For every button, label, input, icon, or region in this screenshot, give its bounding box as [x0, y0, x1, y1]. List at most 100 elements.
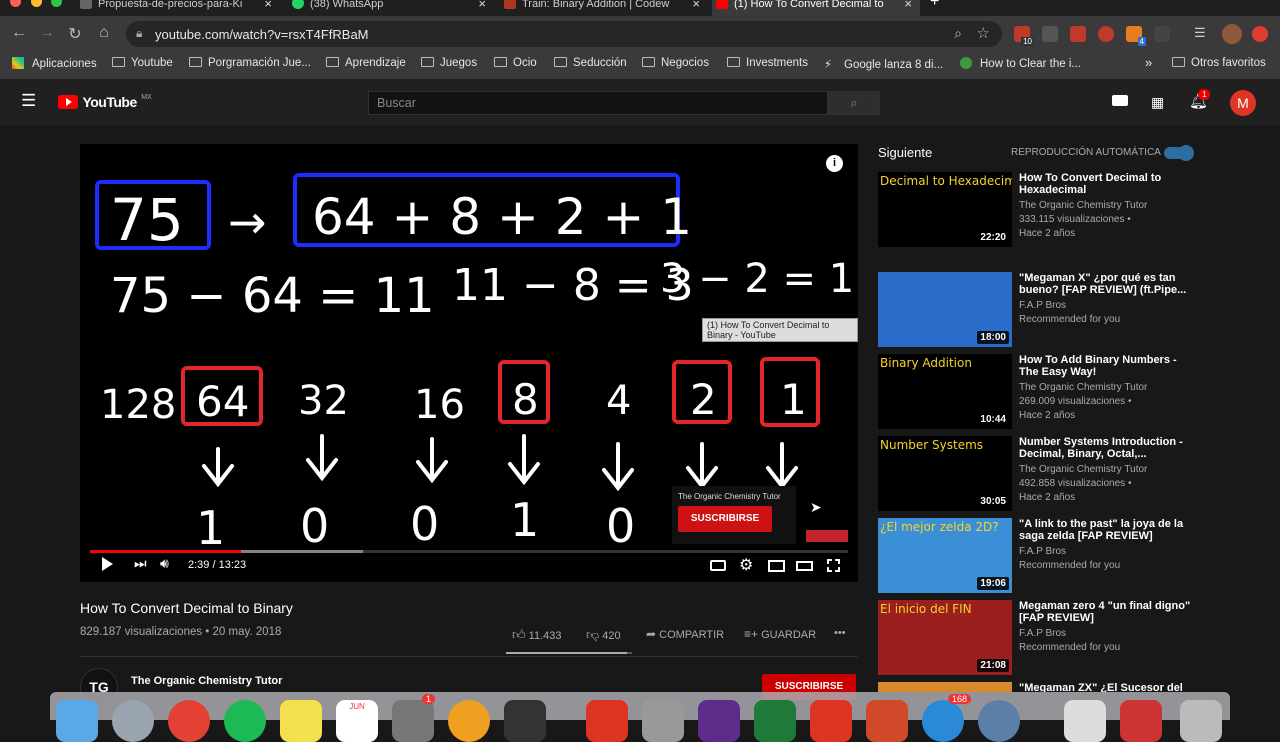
channel-name[interactable]: The Organic Chemistry Tutor	[131, 675, 282, 687]
app-icon[interactable]	[978, 700, 1020, 742]
next-video-icon[interactable]: ⏭︎	[134, 555, 147, 572]
maximize-window-button[interactable]	[51, 0, 62, 7]
channel-watermark[interactable]	[806, 530, 848, 542]
dislike-button[interactable]: 👎︎ 420	[586, 627, 621, 643]
recommended-title[interactable]: How To Convert Decimal to Hexadecimal	[1019, 172, 1199, 196]
close-window-button[interactable]	[10, 0, 21, 7]
theater-mode-icon[interactable]	[796, 561, 813, 571]
menu-button[interactable]	[1252, 26, 1268, 42]
bookmark-folder[interactable]: Seducción	[554, 57, 627, 69]
browser-tab-active[interactable]: (1) How To Convert Decimal to ×	[712, 0, 920, 16]
volume-icon[interactable]: 🔊︎	[160, 555, 169, 572]
extension-icon[interactable]	[1042, 26, 1058, 42]
more-bookmarks-button[interactable]: »	[1145, 55, 1152, 70]
apps-grid-icon[interactable]: ▦	[1151, 94, 1164, 111]
new-tab-button[interactable]: +	[930, 0, 950, 13]
other-bookmarks[interactable]: Otros favoritos	[1172, 57, 1266, 69]
acrobat-reader-icon[interactable]	[810, 700, 852, 742]
extension-icon[interactable]: 10	[1014, 26, 1034, 46]
document-icon[interactable]	[1064, 700, 1106, 742]
fullscreen-icon[interactable]	[827, 559, 840, 572]
bookmark-folder[interactable]: Ocio	[494, 57, 537, 69]
recommended-video[interactable]: Binary Addition 10:44 How To Add Binary Nu…	[878, 354, 1198, 430]
excel-icon[interactable]	[754, 700, 796, 742]
browser-tab[interactable]: Train: Binary Addition | Codew ×	[500, 0, 708, 16]
info-icon[interactable]: i	[826, 155, 843, 172]
launchpad-icon[interactable]	[112, 700, 154, 742]
spotify-icon[interactable]	[224, 700, 266, 742]
app-icon[interactable]	[504, 700, 546, 742]
photos-icon[interactable]	[448, 700, 490, 742]
reload-button[interactable]: ↻	[65, 24, 85, 44]
youtube-logo[interactable]: YouTube MX	[58, 94, 152, 112]
share-button[interactable]: ➦ COMPARTIR	[646, 627, 724, 641]
recommended-video[interactable]: 18:00 "Megaman X" ¿por qué es tan bueno? …	[878, 272, 1198, 348]
recommended-video[interactable]: Decimal to Hexadecimal 22:20 How To Conver…	[878, 172, 1198, 248]
video-thumbnail[interactable]	[878, 682, 1012, 692]
browser-tab[interactable]: Propuesta-de-precios-para-Ki ×	[76, 0, 280, 16]
recommended-video[interactable]: ¿El mejor zelda 2D? 19:06 "A link to the p…	[878, 518, 1198, 594]
video-thumbnail[interactable]: Binary Addition 10:44	[878, 354, 1012, 429]
bookmark-folder[interactable]: Juegos	[421, 57, 477, 69]
video-thumbnail[interactable]: 18:00	[878, 272, 1012, 347]
search-button[interactable]: ⌕	[828, 91, 880, 115]
system-preferences-icon[interactable]: 1	[392, 694, 436, 742]
create-video-icon[interactable]	[1112, 95, 1128, 106]
autoplay-toggle[interactable]	[1164, 145, 1194, 161]
recommended-channel[interactable]: The Organic Chemistry Tutor	[1019, 200, 1147, 211]
recommended-title[interactable]: Number Systems Introduction - Decimal, B…	[1019, 436, 1199, 460]
save-button[interactable]: ≡+ GUARDAR	[744, 627, 816, 641]
minimize-window-button[interactable]	[31, 0, 42, 7]
recommended-title[interactable]: "A link to the past" la joya de la saga …	[1019, 518, 1199, 542]
video-thumbnail[interactable]: ¿El mejor zelda 2D? 19:06	[878, 518, 1012, 593]
settings-gear-icon[interactable]: ⚙︎	[739, 555, 753, 575]
close-tab-icon[interactable]: ×	[478, 0, 486, 10]
card-subscribe-button[interactable]: SUSCRIBIRSE	[678, 506, 772, 532]
search-input[interactable]: Buscar	[368, 91, 828, 115]
recommended-channel[interactable]: The Organic Chemistry Tutor	[1019, 464, 1147, 475]
address-bar[interactable]: 🔒︎ youtube.com/watch?v=rsxT4FfRBaM ⌕ ☆	[126, 21, 1002, 47]
home-button[interactable]: ⌂	[94, 24, 114, 42]
miniplayer-icon[interactable]	[768, 560, 785, 572]
close-tab-icon[interactable]: ×	[264, 0, 272, 10]
bookmark-folder[interactable]: Youtube	[112, 57, 173, 69]
zoom-icon[interactable]: ⌕	[954, 25, 962, 42]
recommended-title[interactable]: "Megaman X" ¿por qué es tan bueno? [FAP …	[1019, 272, 1199, 296]
forward-button[interactable]: →	[37, 24, 57, 42]
trash-icon[interactable]	[1180, 700, 1222, 742]
safari-icon[interactable]: 168	[922, 694, 972, 742]
acrobat-icon[interactable]	[586, 700, 628, 742]
back-button[interactable]: ←	[9, 24, 29, 42]
calendar-icon[interactable]: JUN	[336, 700, 378, 742]
extension-icon[interactable]: 4	[1126, 26, 1146, 46]
bookmark-folder[interactable]: Aprendizaje	[326, 57, 406, 69]
account-avatar[interactable]: M	[1230, 90, 1256, 116]
recommended-video[interactable]: Number Systems 30:05 Number Systems Introd…	[878, 436, 1198, 512]
chrome-icon[interactable]	[168, 700, 210, 742]
recommended-video[interactable]: "Megaman ZX" ¿El Sucesor del	[878, 682, 1198, 692]
recommended-channel[interactable]: F.A.P Bros	[1019, 300, 1066, 311]
recommended-title[interactable]: "Megaman ZX" ¿El Sucesor del	[1019, 682, 1198, 692]
hamburger-menu-icon[interactable]: ☰	[21, 92, 36, 109]
bookmark-star-icon[interactable]: ☆	[977, 24, 990, 42]
browser-tab[interactable]: (38) WhatsApp ×	[288, 0, 494, 16]
subtitles-icon[interactable]	[710, 560, 726, 571]
close-tab-icon[interactable]: ×	[692, 0, 700, 10]
media-control-icon[interactable]: ☰	[1194, 25, 1210, 41]
bookmark-folder[interactable]: Porgramación Jue...	[189, 57, 311, 69]
calculator-icon[interactable]	[642, 700, 684, 742]
bookmark-folder[interactable]: Negocios	[642, 57, 709, 69]
recommended-title[interactable]: Megaman zero 4 "un final digno" [FAP REV…	[1019, 600, 1199, 624]
recommended-channel[interactable]: The Organic Chemistry Tutor	[1019, 382, 1147, 393]
close-tab-icon[interactable]: ×	[904, 0, 912, 10]
like-button[interactable]: 👍︎ 11.433	[512, 627, 561, 643]
tag-extension-icon[interactable]	[1098, 26, 1114, 42]
play-icon[interactable]	[102, 557, 113, 571]
video-thumbnail[interactable]: El inicio del FIN 21:08	[878, 600, 1012, 675]
profile-avatar[interactable]	[1222, 24, 1242, 44]
code-extension-icon[interactable]	[1154, 26, 1170, 42]
bookmark-apps[interactable]: Aplicaciones	[12, 57, 97, 70]
finder-icon[interactable]	[56, 700, 98, 742]
recommended-video[interactable]: El inicio del FIN 21:08 Megaman zero 4 "un…	[878, 600, 1198, 676]
video-thumbnail[interactable]: Number Systems 30:05	[878, 436, 1012, 511]
